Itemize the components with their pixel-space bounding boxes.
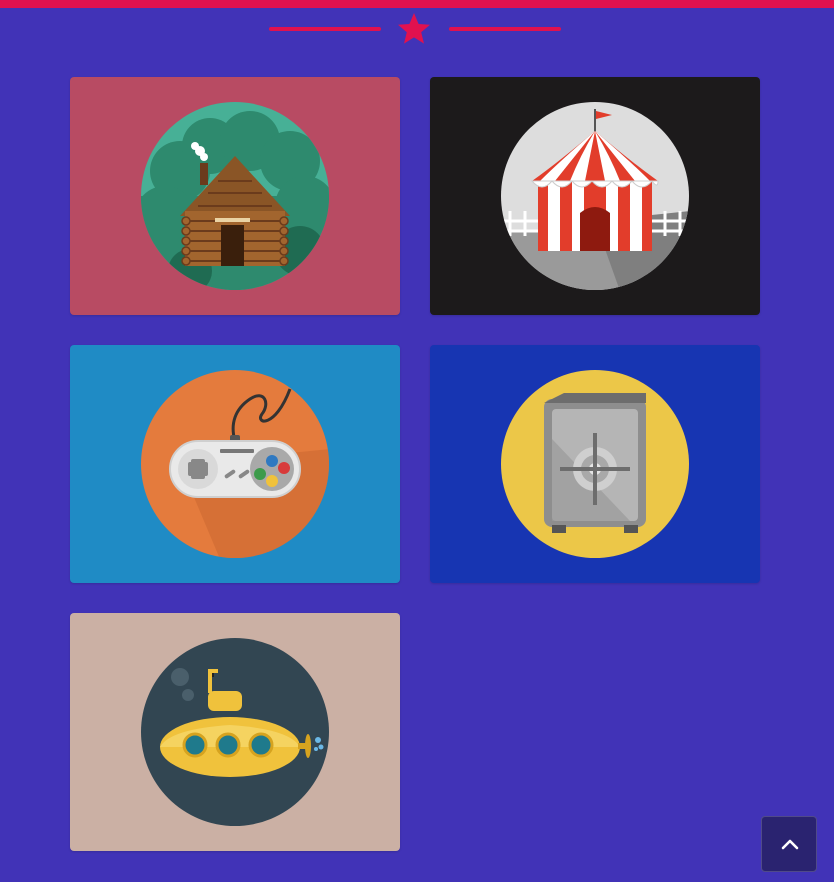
portfolio-item-safe[interactable] bbox=[430, 345, 760, 583]
portfolio-item-circus[interactable] bbox=[430, 77, 760, 315]
safe-icon bbox=[501, 370, 689, 558]
star-icon bbox=[398, 13, 430, 44]
circus-tent-icon bbox=[501, 102, 689, 290]
back-to-top-button[interactable] bbox=[761, 816, 817, 872]
divider-line-left bbox=[269, 27, 381, 31]
gamepad-icon bbox=[141, 370, 329, 558]
portfolio-item-cabin[interactable] bbox=[70, 77, 400, 315]
log-cabin-icon bbox=[141, 102, 329, 290]
chevron-up-icon bbox=[781, 839, 799, 850]
submarine-icon bbox=[141, 638, 329, 826]
section-divider bbox=[0, 10, 834, 50]
portfolio-item-submarine[interactable] bbox=[70, 613, 400, 851]
top-accent-bar bbox=[0, 0, 834, 8]
portfolio-item-gamepad[interactable] bbox=[70, 345, 400, 583]
divider-line-right bbox=[449, 27, 561, 31]
